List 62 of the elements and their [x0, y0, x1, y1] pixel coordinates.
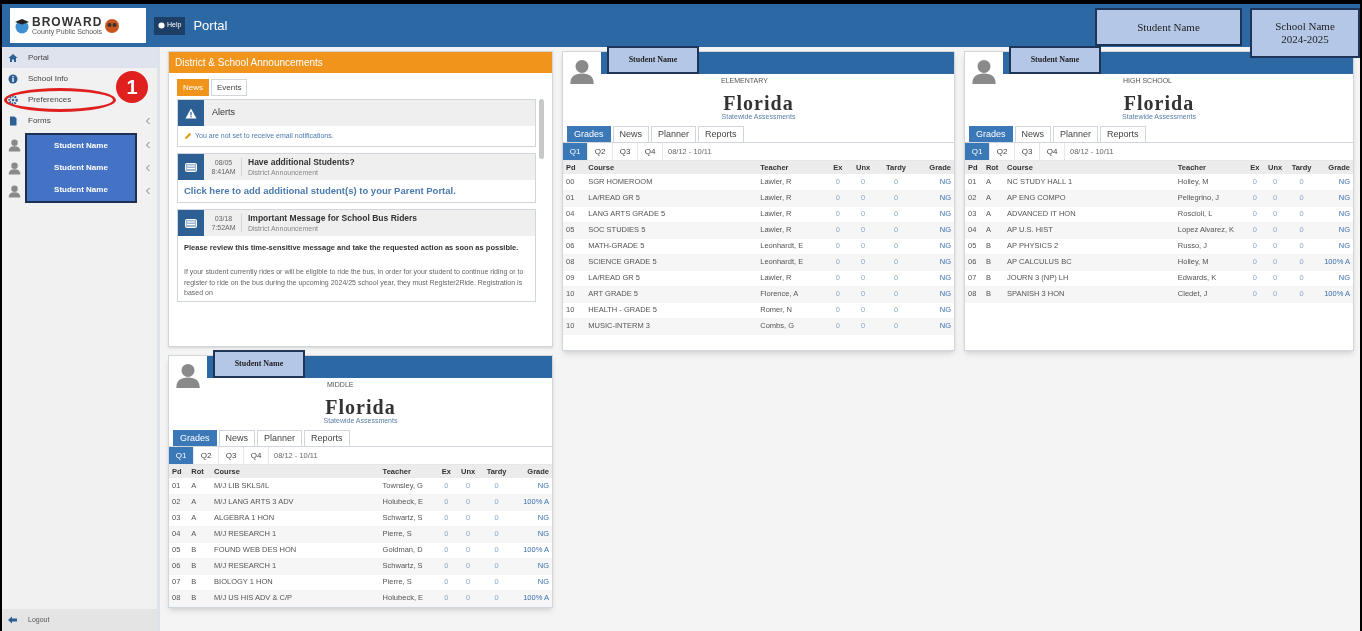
- chevron-icon[interactable]: [145, 187, 151, 196]
- student-name: Student Name: [1137, 19, 1200, 35]
- student-name: Student Name: [628, 54, 678, 66]
- home-icon: [8, 52, 18, 63]
- florida-logo: Florida: [723, 93, 794, 113]
- warning-icon: [185, 107, 197, 119]
- newspaper-icon: [185, 218, 197, 228]
- avatar-icon: [569, 57, 595, 85]
- document-icon: [8, 115, 18, 126]
- tab[interactable]: News: [612, 126, 650, 142]
- page-title: Portal: [193, 16, 228, 35]
- school-name: 2024-2025: [1281, 33, 1329, 46]
- quarter-tab[interactable]: Q1: [169, 447, 194, 464]
- student-name[interactable]: Student Name: [54, 184, 108, 196]
- florida-logo: Florida: [1123, 93, 1195, 113]
- tab[interactable]: News: [218, 430, 256, 446]
- scrollbar[interactable]: [539, 99, 544, 159]
- student-name[interactable]: Student Name: [54, 162, 108, 174]
- person-icon: [8, 161, 21, 175]
- announcement-title: Have additional Students?: [248, 157, 355, 168]
- chevron-icon[interactable]: [145, 164, 151, 172]
- announcement-title: Important Message for School Bus Riders: [248, 213, 418, 224]
- person-icon: [8, 137, 21, 152]
- chevron-icon[interactable]: [145, 116, 151, 125]
- annotation-number: 1: [116, 71, 148, 103]
- sidebar-item[interactable]: Forms: [2, 110, 157, 131]
- avatar-icon: [175, 361, 201, 389]
- student-name: Student Name: [234, 358, 284, 370]
- avatar-icon: [971, 57, 997, 85]
- tab[interactable]: Planner: [1053, 126, 1099, 142]
- school-name: School Name: [1275, 20, 1335, 33]
- tab[interactable]: Reports: [304, 430, 350, 446]
- alert-title: Alerts: [212, 106, 235, 120]
- sidebar-item[interactable]: Preferences: [2, 89, 112, 110]
- tab[interactable]: Reports: [1100, 126, 1146, 142]
- tab[interactable]: Planner: [257, 430, 303, 446]
- student-name: Student Name: [1030, 54, 1080, 66]
- panel-title: District & School Announcements: [175, 56, 323, 70]
- settings-icon: [8, 94, 18, 105]
- quarter-tab[interactable]: Q1: [563, 143, 588, 160]
- tab[interactable]: Grades: [567, 126, 611, 142]
- info-icon: [8, 73, 18, 84]
- newspaper-icon: [185, 162, 197, 172]
- pencil-icon: [184, 132, 192, 140]
- tab[interactable]: Events: [211, 79, 248, 96]
- add-students-link[interactable]: Click here to add additional student(s) to your Parent Portal.: [184, 183, 456, 199]
- tab[interactable]: Planner: [651, 126, 697, 142]
- florida-logo: Florida: [325, 397, 396, 417]
- tab[interactable]: Reports: [698, 126, 744, 142]
- sidebar-item[interactable]: Portal: [2, 47, 157, 68]
- quarter-tab[interactable]: Q1: [965, 143, 990, 160]
- help-icon: [158, 22, 165, 29]
- logo-name: BROWARD: [32, 15, 103, 28]
- globe-icon: [14, 17, 30, 34]
- person-icon: [8, 184, 21, 199]
- student-name[interactable]: Student Name: [54, 140, 108, 152]
- tab[interactable]: News: [1014, 126, 1052, 142]
- tab[interactable]: Grades: [969, 126, 1013, 142]
- chevron-icon[interactable]: [145, 140, 151, 149]
- tab[interactable]: Grades: [173, 430, 217, 446]
- sidebar-item[interactable]: School Info: [2, 68, 112, 89]
- logout-icon: [8, 616, 18, 624]
